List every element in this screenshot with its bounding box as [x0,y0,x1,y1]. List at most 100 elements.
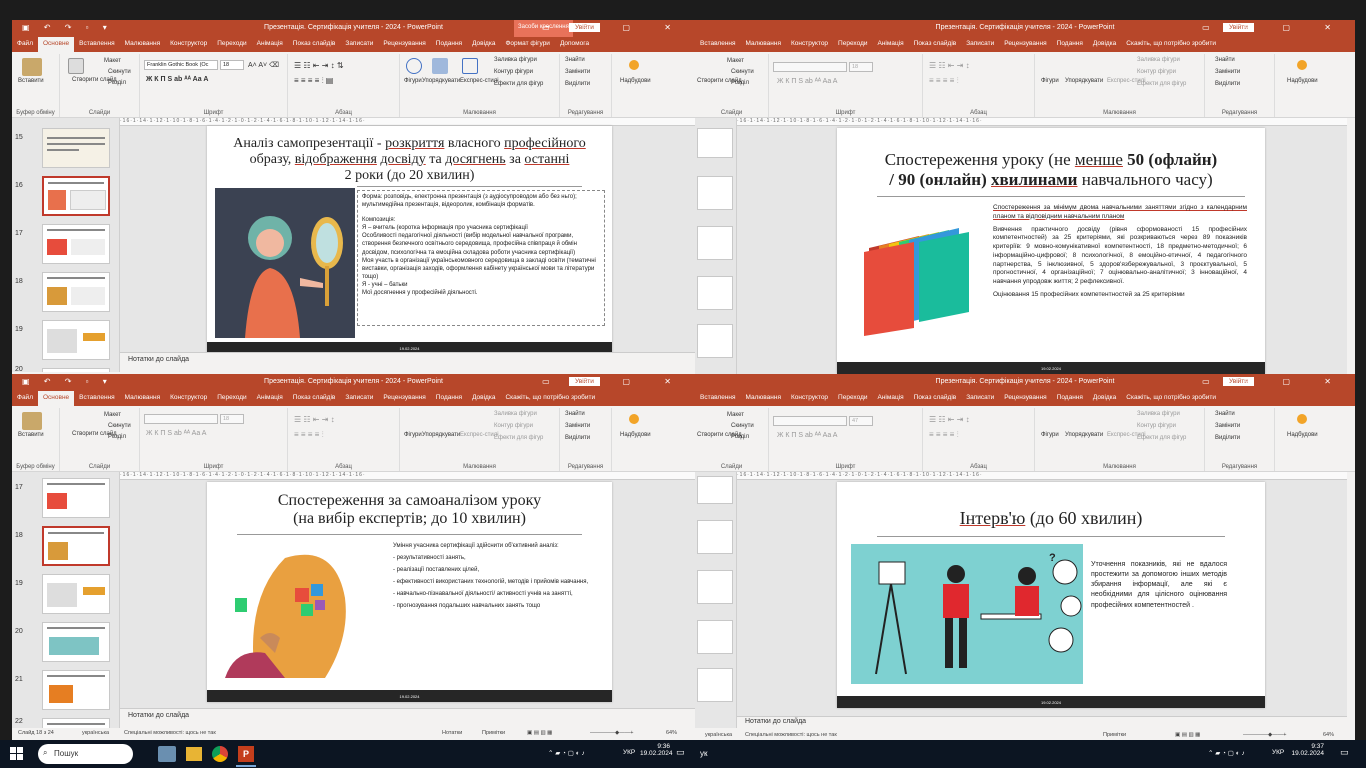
clock-right[interactable]: 9:37 19.02.2024 [1290,743,1324,757]
quick-styles-button[interactable]: Експрес-стилі [460,78,499,84]
slide-title[interactable]: Спостереження уроку (не менше 50 (офлайн… [837,150,1265,189]
font-size-field[interactable]: 47 [849,416,873,426]
zoom-slider[interactable]: –――――◆――+ [590,730,634,736]
tab-animations[interactable]: Анімація [252,391,288,406]
slide-body[interactable]: Уточнення показників, які не вдалося про… [1091,560,1227,615]
tab-file[interactable]: Файл [12,391,38,406]
shape-fill-button[interactable]: Заливка фігури [494,57,537,63]
layout-button[interactable]: Макет [104,412,121,418]
accessibility-status[interactable]: Спеціальні можливості: щось не так [124,730,216,736]
slide-title[interactable]: Спостереження за самоаналізом уроку (на … [207,492,612,529]
align-icons[interactable]: ≡ ≡ ≡ ≡ ⫶ [294,430,324,440]
paste-button[interactable]: Вставити [18,78,44,84]
system-tray-icons[interactable]: ⌃ ▰ ◔ ▢ ◐ ♪ [1208,749,1245,757]
tab-animations[interactable]: Анімація [873,391,909,406]
font-format-icons[interactable]: Ж К П S ab ᴬᴬ Aa A [777,432,837,439]
tab-review[interactable]: Рецензування [999,391,1051,406]
tab-view[interactable]: Подання [431,37,467,52]
select-button[interactable]: Виділити [1215,435,1240,441]
shape-fill-button[interactable]: Заливка фігури [1137,57,1180,63]
align-icons[interactable]: ≡ ≡ ≡ ≡ ⫶ [929,430,959,440]
shape-outline-button[interactable]: Контур фігури [494,423,533,429]
zoom-level[interactable]: 64% [1323,732,1334,738]
tab-transitions[interactable]: Переходи [833,391,872,406]
notes-pane[interactable]: Нотатки до слайда [737,716,1347,728]
tab-insert[interactable]: Вставлення [695,37,741,52]
addins-button[interactable]: Надбудови [620,78,651,84]
shape-outline-button[interactable]: Контур фігури [1137,423,1176,429]
tab-help[interactable]: Довідка [1088,391,1121,406]
font-grow-icon[interactable]: A˄ A˅ ⌫ [248,61,279,69]
font-size-field[interactable]: 18 [220,414,244,424]
addins-icon[interactable] [629,60,639,70]
tab-animations[interactable]: Анімація [252,37,288,52]
replace-button[interactable]: Замінити [565,69,590,75]
language-indicator[interactable]: українська [82,730,109,736]
font-name-field[interactable] [773,62,847,72]
font-format-icons[interactable]: Ж К П S ab ᴬᴬ Aa A [146,76,208,83]
shape-effects-button[interactable]: Ефекти для фігур [1137,81,1186,87]
language-indicator[interactable]: УКР [623,749,635,756]
shapes-button[interactable]: Фігури [1041,432,1059,438]
tab-review[interactable]: Рецензування [378,37,430,52]
list-icons[interactable]: ☰ ☷ ⇤ ⇥ ↕ [929,415,970,424]
zoom-slider[interactable]: –――――◆――+ [1243,732,1287,738]
slide-thumbnail[interactable] [697,520,733,554]
arrange-button[interactable]: Упорядкувати [1065,78,1103,84]
font-name-field[interactable] [773,416,847,426]
view-buttons[interactable]: ▣ ▤ ▥ ▦ [1175,732,1200,738]
font-name-field[interactable] [144,414,218,424]
tab-insert[interactable]: Вставлення [74,37,120,52]
reset-button[interactable]: Скинути [108,69,131,75]
align-icons[interactable]: ≡ ≡ ≡ ≡ ⫶ ▤ [294,76,333,86]
slide-thumbnail[interactable] [42,718,110,728]
shape-effects-button[interactable]: Ефекти для фігур [494,81,543,87]
windows-start-icon[interactable] [10,747,24,761]
tab-draw[interactable]: Малювання [120,391,165,406]
slide-canvas[interactable]: Інтерв'ю (до 60 хвилин) ? Уточнення пока… [837,482,1265,708]
landscape-app-icon[interactable] [158,746,176,762]
arrange-button[interactable]: Упорядкувати [422,78,460,84]
replace-button[interactable]: Замінити [565,423,590,429]
shapes-button[interactable]: Фігури [1041,78,1059,84]
tab-transitions[interactable]: Переходи [833,37,872,52]
quick-styles-button[interactable]: Експрес-стилі [460,432,499,438]
layout-button[interactable]: Макет [104,58,121,64]
slide-body[interactable]: Уміння учасника сертифікації здійснити о… [393,542,603,615]
arrange-button[interactable]: Упорядкувати [422,432,460,438]
view-buttons[interactable]: ▣ ▤ ▥ ▦ [527,730,552,736]
tab-animations[interactable]: Анімація [873,37,909,52]
shape-fill-button[interactable]: Заливка фігури [494,411,537,417]
align-icons[interactable]: ≡ ≡ ≡ ≡ ⫶ [929,76,959,86]
system-tray-icons[interactable]: ⌃ ▰ ◔ ▢ ◐ ♪ [548,749,585,757]
file-explorer-icon[interactable] [186,747,202,761]
font-name-field[interactable]: Franklin Gothic Book (Ос [144,60,218,70]
paste-icon[interactable] [22,58,42,76]
section-button[interactable]: Розділ [731,434,749,440]
find-button[interactable]: Знайти [565,57,585,63]
tab-record[interactable]: Записати [961,391,999,406]
addins-icon[interactable] [629,414,639,424]
tell-me[interactable]: Скажіть, що потрібно зробити [1121,37,1221,52]
tab-design[interactable]: Конструктор [786,37,833,52]
slide-thumbnail[interactable] [697,226,733,260]
find-button[interactable]: Знайти [565,411,585,417]
slide-thumbnail[interactable] [697,476,733,504]
tab-record[interactable]: Записати [340,391,378,406]
section-button[interactable]: Розділ [731,80,749,86]
comments-toggle[interactable]: Примітки [482,730,505,736]
shapes-icon[interactable] [406,58,422,74]
slide-thumbnail[interactable] [697,620,733,654]
zoom-level[interactable]: 64% [666,730,677,736]
shape-outline-button[interactable]: Контур фігури [1137,69,1176,75]
reset-button[interactable]: Скинути [731,423,754,429]
tab-home[interactable]: Основне [37,391,75,406]
section-button[interactable]: Розділ [108,434,126,440]
select-button[interactable]: Виділити [1215,81,1240,87]
shape-outline-button[interactable]: Контур фігури [494,69,533,75]
arrange-button[interactable]: Упорядкувати [1065,432,1103,438]
font-size-field[interactable]: 18 [220,60,244,70]
layout-button[interactable]: Макет [727,58,744,64]
replace-button[interactable]: Замінити [1215,423,1240,429]
tab-shape-format[interactable]: Формат фігури [500,37,554,52]
